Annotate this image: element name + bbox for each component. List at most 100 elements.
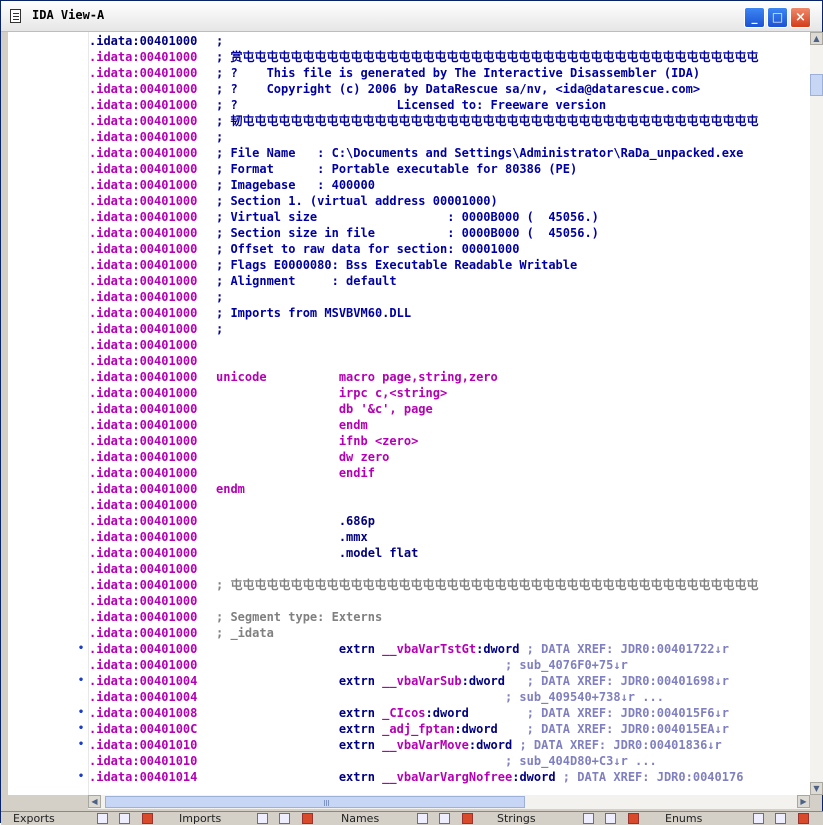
listing-line[interactable]: .idata:00401000 irpc c,<string> bbox=[8, 385, 810, 401]
restore-icon[interactable] bbox=[753, 813, 764, 824]
listing-line[interactable]: .idata:00401000 bbox=[8, 353, 810, 369]
listing-line[interactable]: .idata:00401000 ; Imagebase : 400000 bbox=[8, 177, 810, 193]
listing-line[interactable]: .idata:00401000 ; Section 1. (virtual add… bbox=[8, 193, 810, 209]
listing-line[interactable]: .idata:00401010 ; sub_404D80+C3↓r ... bbox=[8, 753, 810, 769]
restore-icon[interactable] bbox=[97, 813, 108, 824]
scroll-right-icon[interactable]: ▶ bbox=[797, 795, 810, 808]
maximize-button[interactable]: □ bbox=[767, 7, 788, 28]
code-token: :dword bbox=[512, 770, 563, 784]
listing-line[interactable]: .idata:00401004 ; sub_409540+738↓r ... bbox=[8, 689, 810, 705]
listing-line[interactable]: .idata:00401000 endif bbox=[8, 465, 810, 481]
listing-line[interactable]: .idata:00401000 dw zero bbox=[8, 449, 810, 465]
line-address: .idata:00401000 bbox=[89, 354, 198, 368]
horizontal-scroll-thumb[interactable] bbox=[105, 796, 525, 808]
code-token: extrn bbox=[216, 642, 383, 656]
scroll-down-icon[interactable]: ▼ bbox=[810, 782, 823, 795]
maximize-icon[interactable] bbox=[775, 813, 786, 824]
listing-line[interactable]: .idata:00401000 bbox=[8, 337, 810, 353]
code-token: .686p bbox=[216, 514, 375, 528]
maximize-icon[interactable] bbox=[279, 813, 290, 824]
listing-line[interactable]: .idata:00401000; bbox=[8, 289, 810, 305]
listing-line[interactable]: • .idata:00401008 extrn _CIcos:dword ; DA… bbox=[8, 705, 810, 721]
close-icon[interactable] bbox=[798, 813, 809, 824]
line-address: .idata:00401000 bbox=[89, 642, 198, 656]
line-content: extrn __vbaVarSub:dword ; DATA XREF: JDR… bbox=[216, 673, 729, 689]
code-token: ; DATA XREF: JDR0:00401698↓r bbox=[526, 674, 729, 688]
task-names[interactable]: Names bbox=[341, 812, 379, 825]
listing-line[interactable]: .idata:00401000 bbox=[8, 497, 810, 513]
listing-line[interactable]: .idata:00401000 ; Virtual size : 0000B000… bbox=[8, 209, 810, 225]
maximize-icon[interactable] bbox=[605, 813, 616, 824]
listing-line[interactable]: .idata:00401000 endm bbox=[8, 481, 810, 497]
listing-line[interactable]: .idata:00401000 db '&c', page bbox=[8, 401, 810, 417]
listing-line[interactable]: .idata:00401000; bbox=[8, 33, 810, 49]
listing-line[interactable]: .idata:00401000 ; 韧屯屯屯屯屯屯屯屯屯屯屯屯屯屯屯屯屯屯屯屯屯屯… bbox=[8, 113, 810, 129]
code-token: :dword bbox=[476, 642, 527, 656]
line-content: endif bbox=[216, 465, 375, 481]
vertical-scroll-thumb[interactable] bbox=[810, 74, 823, 96]
code-token: ; 韧屯屯屯屯屯屯屯屯屯屯屯屯屯屯屯屯屯屯屯屯屯屯屯屯屯屯屯屯屯屯屯屯屯屯屯屯屯… bbox=[216, 114, 759, 128]
scroll-up-icon[interactable]: ▲ bbox=[810, 32, 823, 45]
listing-line[interactable]: .idata:00401000 ; Segment type: Externs bbox=[8, 609, 810, 625]
listing-line[interactable]: .idata:00401000 endm bbox=[8, 417, 810, 433]
task-exports[interactable]: Exports bbox=[13, 812, 55, 825]
listing-line[interactable]: .idata:00401000 ifnb <zero> bbox=[8, 433, 810, 449]
listing-line[interactable]: .idata:00401000 ; ? Copyright (c) 2006 by… bbox=[8, 81, 810, 97]
listing-line[interactable]: • .idata:00401004 extrn __vbaVarSub:dword… bbox=[8, 673, 810, 689]
scroll-left-icon[interactable]: ◀ bbox=[88, 795, 101, 808]
listing-line[interactable]: .idata:00401000 ; _idata bbox=[8, 625, 810, 641]
listing-line[interactable]: .idata:00401000 ; Alignment : default bbox=[8, 273, 810, 289]
listing-line[interactable]: .idata:00401000 .686p bbox=[8, 513, 810, 529]
close-icon[interactable] bbox=[462, 813, 473, 824]
listing-line[interactable]: .idata:00401000 ; Imports from MSVBVM60.D… bbox=[8, 305, 810, 321]
listing-line[interactable]: .idata:00401000 ; sub_4076F0+75↓r bbox=[8, 657, 810, 673]
listing-line[interactable]: • .idata:00401014 extrn __vbaVarVargNofre… bbox=[8, 769, 810, 785]
line-address: .idata:00401000 bbox=[89, 498, 198, 512]
line-content: unicode macro page,string,zero bbox=[216, 369, 498, 385]
line-address: .idata:00401000 bbox=[89, 242, 198, 256]
xref-bullet-icon: • bbox=[78, 739, 85, 750]
restore-icon[interactable] bbox=[257, 813, 268, 824]
line-address: .idata:00401000 bbox=[89, 50, 198, 64]
close-button[interactable]: × bbox=[790, 7, 811, 28]
code-token: irpc c,<string> bbox=[216, 386, 448, 400]
listing-line[interactable]: .idata:00401000 .mmx bbox=[8, 529, 810, 545]
listing-line[interactable]: .idata:00401000 ; Format : Portable execu… bbox=[8, 161, 810, 177]
close-icon[interactable] bbox=[628, 813, 639, 824]
listing-line[interactable]: • .idata:0040100C extrn _adj_fptan:dword … bbox=[8, 721, 810, 737]
listing-line[interactable]: • .idata:00401000 extrn __vbaVarTstGt:dwo… bbox=[8, 641, 810, 657]
horizontal-scrollbar[interactable]: ◀ ▶ bbox=[88, 795, 810, 809]
line-content: ; sub_409540+738↓r ... bbox=[216, 689, 664, 705]
title-bar[interactable]: IDA View-A _ □ × bbox=[1, 1, 822, 32]
listing-line[interactable]: .idata:00401000; bbox=[8, 129, 810, 145]
listing-line[interactable]: .idata:00401000 ; 屯屯屯屯屯屯屯屯屯屯屯屯屯屯屯屯屯屯屯屯屯屯屯… bbox=[8, 577, 810, 593]
close-icon[interactable] bbox=[302, 813, 313, 824]
listing-line[interactable]: .idata:00401000 ; ? This file is generate… bbox=[8, 65, 810, 81]
close-icon[interactable] bbox=[142, 813, 153, 824]
listing-line[interactable]: .idata:00401000 ; 赏屯屯屯屯屯屯屯屯屯屯屯屯屯屯屯屯屯屯屯屯屯屯… bbox=[8, 49, 810, 65]
listing-line[interactable]: .idata:00401000 bbox=[8, 593, 810, 609]
listing-line[interactable]: .idata:00401000 ; Offset to raw data for … bbox=[8, 241, 810, 257]
listing-line[interactable]: .idata:00401000 unicode macro page,string… bbox=[8, 369, 810, 385]
listing-line[interactable]: .idata:00401000 ; ? Licensed to: Freeware… bbox=[8, 97, 810, 113]
listing-line[interactable]: .idata:00401000 bbox=[8, 561, 810, 577]
restore-icon[interactable] bbox=[417, 813, 428, 824]
restore-icon[interactable] bbox=[583, 813, 594, 824]
code-token: ; Flags E0000080: Bss Executable Readabl… bbox=[216, 258, 578, 272]
listing-line[interactable]: .idata:00401000 ; File Name : C:\Document… bbox=[8, 145, 810, 161]
task-imports[interactable]: Imports bbox=[179, 812, 221, 825]
maximize-icon[interactable] bbox=[439, 813, 450, 824]
listing-line[interactable]: .idata:00401000; bbox=[8, 321, 810, 337]
listing-line[interactable]: .idata:00401000 ; Section size in file : … bbox=[8, 225, 810, 241]
line-address: .idata:00401000 bbox=[89, 578, 198, 592]
listing-line[interactable]: .idata:00401000 .model flat bbox=[8, 545, 810, 561]
minimize-button[interactable]: _ bbox=[744, 7, 765, 28]
task-strings[interactable]: Strings bbox=[497, 812, 536, 825]
listing-line[interactable]: .idata:00401000 ; Flags E0000080: Bss Exe… bbox=[8, 257, 810, 273]
vertical-scrollbar[interactable]: ▲ ▼ bbox=[810, 32, 823, 795]
listing-line[interactable]: • .idata:00401010 extrn __vbaVarMove:dwor… bbox=[8, 737, 810, 753]
task-enums[interactable]: Enums bbox=[665, 812, 702, 825]
line-address: .idata:00401000 bbox=[89, 322, 198, 336]
disassembly-listing[interactable]: .idata:00401000; .idata:00401000; 赏屯屯屯屯屯屯… bbox=[8, 32, 810, 795]
maximize-icon[interactable] bbox=[119, 813, 130, 824]
